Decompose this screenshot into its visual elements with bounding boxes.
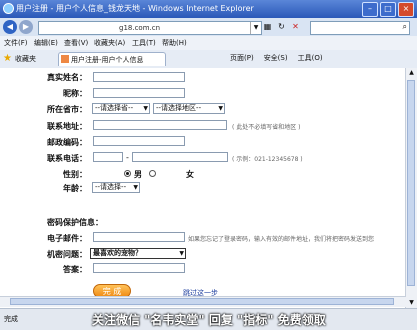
phone-label: 联系电话： [47,154,87,163]
tab-current[interactable]: 用户注册-用户个人信息 [58,52,166,66]
phone-hint: ( 示例：021-12345678 ) [232,156,303,163]
gender-female-label: 女 [186,170,194,179]
back-icon[interactable]: ◀ [3,20,17,34]
zip-label: 邮政编码： [47,138,87,147]
phone-separator: - [126,153,129,162]
menu-view[interactable]: 查看(V) [64,38,88,48]
window-controls: – □ × [362,2,414,17]
address-value: g18.com.cn [119,24,161,32]
compatibility-icon[interactable]: ▦ [262,21,273,32]
province-select[interactable]: --请选择省-- ▼ [92,103,150,114]
security-section-title: 密码保护信息： [47,218,103,227]
scroll-down-icon[interactable]: ▼ [406,298,417,308]
menu-bar: 文件(F) 编辑(E) 查看(V) 收藏夹(A) 工具(T) 帮助(H) [0,36,417,51]
age-value: --请选择-- [95,183,127,191]
chevron-down-icon: ▼ [218,105,223,112]
menu-file[interactable]: 文件(F) [4,38,28,48]
province-value: --请选择省-- [95,104,134,112]
address-bar[interactable]: g18.com.cn ▼ [38,21,262,35]
age-select[interactable]: --请选择-- ▼ [92,182,140,193]
region-select[interactable]: --请选择地区-- ▼ [153,103,225,114]
city-label: 所在省市： [47,105,87,114]
email-hint: 如果您忘记了登录密码，输入有效的邮件地址，我们将把密码发送到您 [188,236,375,243]
nickname-label: 昵称： [63,89,87,98]
favorites-label[interactable]: 收藏夹 [15,54,36,64]
chevron-down-icon: ▼ [179,250,184,257]
gender-label: 性别： [63,170,87,179]
page-icon [61,55,69,63]
menu-help[interactable]: 帮助(H) [162,38,187,48]
refresh-icon[interactable]: ↻ [276,21,287,32]
window-title: 用户注册 - 用户个人信息_钱龙天地 - Windows Internet Ex… [16,4,254,13]
phone-area-input[interactable] [93,152,123,162]
address-input[interactable] [93,120,227,130]
age-label: 年龄： [63,184,87,193]
search-icon[interactable]: ⌕ [403,22,407,32]
search-input[interactable]: ⌕ [310,21,410,35]
gender-male-radio[interactable] [124,170,131,177]
answer-input[interactable] [93,263,185,273]
real-name-label: 真实姓名： [47,73,87,82]
status-text: 完成 [4,315,18,323]
gender-female-radio[interactable] [149,170,156,177]
region-value: --请选择地区-- [156,104,202,112]
ie-logo-icon [3,3,14,14]
favorites-star-icon[interactable]: ★ [3,53,12,64]
question-label: 机密问题： [47,250,87,259]
gender-male-label: 男 [134,170,142,179]
navigation-bar: ◀ ▶ g18.com.cn ▼ ▦ ↻ ✕ ⌕ [0,18,417,36]
command-page[interactable]: 页面(P) [230,53,254,63]
nav-icons: ▦ ↻ ✕ [262,21,301,32]
status-bar: 完成 关注微信 "名韦实堂" 回复 "指标" 免费领取 [0,308,417,330]
minimize-icon[interactable]: – [362,2,378,17]
answer-label: 答案： [63,265,87,274]
chevron-down-icon[interactable]: ▼ [250,22,261,34]
menu-edit[interactable]: 编辑(E) [34,38,58,48]
zip-input[interactable] [93,136,185,146]
real-name-input[interactable] [93,72,185,82]
tab-title: 用户注册-用户个人信息 [71,56,144,64]
close-icon[interactable]: × [398,2,414,17]
favorites-bar: ★ 收藏夹 用户注册-用户个人信息 页面(P) 安全(S) 工具(O) [0,50,417,69]
question-select[interactable]: 最喜欢的宠物？ ▼ [90,248,186,259]
forward-icon[interactable]: ▶ [19,20,33,34]
chevron-down-icon: ▼ [143,105,148,112]
menu-tools[interactable]: 工具(T) [132,38,156,48]
email-label: 电子邮件： [47,234,87,243]
maximize-icon[interactable]: □ [380,2,396,17]
scroll-thumb[interactable] [407,80,415,286]
title-bar: 用户注册 - 用户个人信息_钱龙天地 - Windows Internet Ex… [0,0,417,18]
address-hint: ( 此处不必填写省和地区 ) [232,124,301,131]
watermark: 关注微信 "名韦实堂" 回复 "指标" 免费领取 [92,313,326,327]
vertical-scrollbar[interactable]: ▲ ▼ [405,68,417,308]
scroll-up-icon[interactable]: ▲ [406,68,417,78]
phone-number-input[interactable] [132,152,228,162]
command-safety[interactable]: 安全(S) [264,53,288,63]
horizontal-scrollbar[interactable] [0,296,406,307]
command-tools[interactable]: 工具(O) [298,53,323,63]
question-value: 最喜欢的宠物？ [93,249,142,257]
chevron-down-icon: ▼ [133,184,138,191]
command-bar: 页面(P) 安全(S) 工具(O) [230,53,323,63]
address-label: 联系地址： [47,122,87,131]
email-input[interactable] [93,232,185,242]
nickname-input[interactable] [93,88,185,98]
stop-icon[interactable]: ✕ [290,21,301,32]
hscroll-thumb[interactable] [10,298,394,305]
menu-favorites[interactable]: 收藏夹(A) [94,38,125,48]
